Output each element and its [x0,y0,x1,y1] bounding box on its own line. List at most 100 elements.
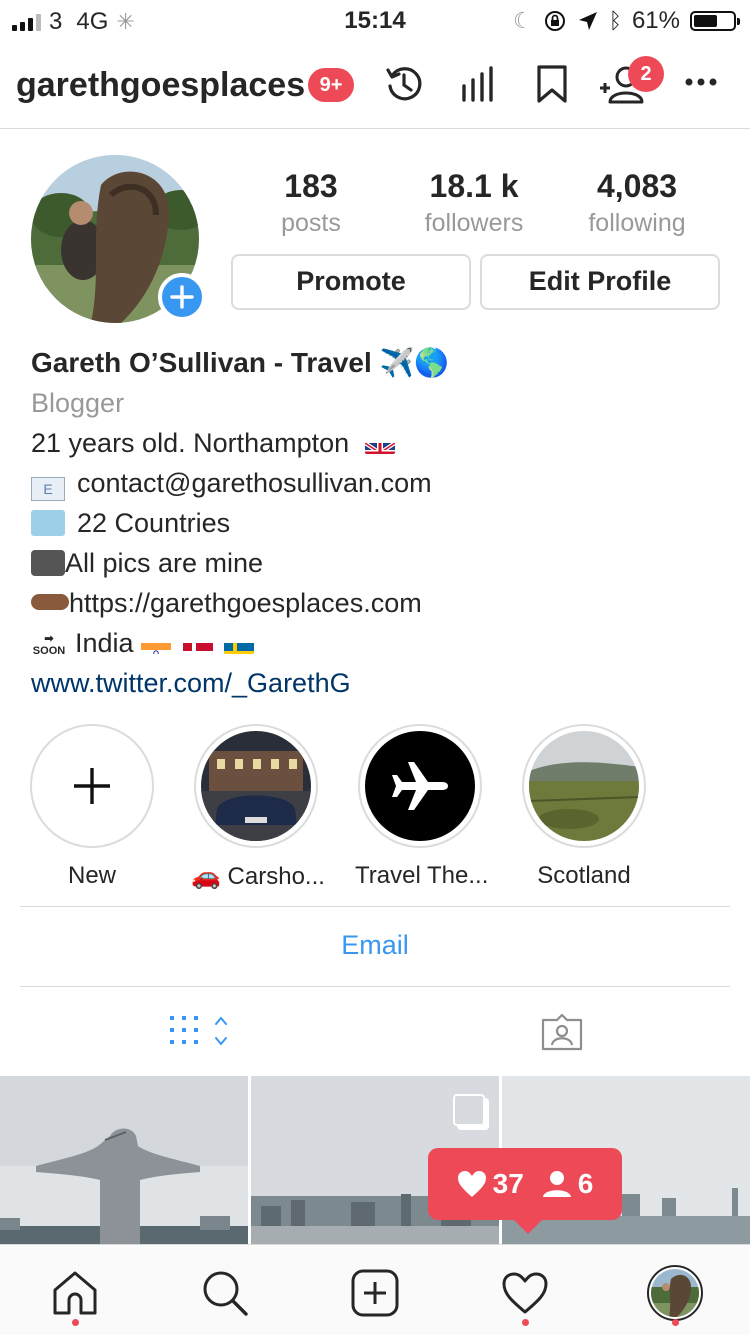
more-icon [685,78,717,86]
status-bar: 3 4G ✳ 15:14 ☾ ᛒ 61% [0,0,750,40]
notifications-badge[interactable]: 9+ [308,68,354,102]
highlight-scotland-label: Scotland [537,862,631,889]
sweden-flag-icon [224,634,255,654]
email-button[interactable]: Email [0,930,750,961]
tab-grid[interactable] [168,1012,232,1057]
profile-bio: Gareth O’Sullivan - Travel ✈️🌎 Blogger 2… [31,343,731,703]
pointing-hand-icon [31,594,69,610]
battery-icon [690,11,740,31]
following-value: 4,083 [596,168,678,204]
tab-new-post[interactable] [345,1263,405,1323]
activity-tooltip[interactable]: 37 6 [428,1148,622,1234]
discover-badge: 2 [628,56,664,92]
highlight-scotland-thumbnail [529,731,639,841]
search-icon [203,1271,248,1316]
posts-count[interactable]: 183 posts [231,168,391,238]
bio-line-age: 21 years old. Northampton [31,423,731,463]
add-story-button[interactable] [158,273,206,321]
profile-activity-dot [672,1319,679,1326]
battery-percent: 61% [631,7,680,34]
denmark-flag-icon [182,634,213,654]
profile-tab-avatar [647,1265,703,1321]
divider-bottom [20,986,730,987]
tab-search[interactable] [195,1263,255,1323]
followers-count[interactable]: 18.1 k followers [394,168,554,238]
options-button[interactable] [684,76,718,88]
posts-value: 183 [284,168,338,204]
divider-top [20,906,730,907]
bio-countries-text: 22 Countries [77,508,231,538]
bio-pics-text: All pics are mine [65,548,264,578]
archive-button[interactable] [384,62,424,106]
status-right: ☾ ᛒ 61% [513,7,740,35]
bio-website-text[interactable]: https://garethgoesplaces.com [69,588,422,618]
highlight-new-label: New [67,862,116,889]
plus-icon [74,768,110,804]
highlight-carshow-ring [194,724,318,848]
bio-age-text: 21 years old. Northampton [31,428,350,458]
tab-profile[interactable] [645,1263,705,1323]
following-label: following [588,209,686,237]
highlight-travel[interactable]: Travel The... [355,724,488,890]
camera-flash-icon [31,550,65,576]
highlight-carshow-thumbnail [201,731,311,841]
followers-label: followers [424,209,524,237]
tab-home[interactable] [45,1263,105,1323]
rotation-lock-icon [544,11,565,31]
tagged-icon [541,1013,583,1051]
promote-button[interactable]: Promote [231,254,471,310]
post-thumbnail[interactable] [0,1076,248,1244]
highlight-scotland-ring [522,724,646,848]
posts-grid [0,1076,750,1244]
tab-activity[interactable] [495,1263,555,1323]
activity-dot [522,1319,529,1326]
envelope-icon: E [31,477,65,501]
saved-button[interactable] [535,62,569,106]
posts-label: posts [281,209,341,237]
insights-button[interactable] [460,62,496,106]
moon-icon: ☾ [513,8,533,33]
heart-icon [457,1171,486,1197]
history-icon [386,67,422,101]
highlight-scotland[interactable]: Scotland [519,724,649,890]
display-name: Gareth O’Sullivan - Travel ✈️🌎 [31,347,450,378]
highlight-new[interactable]: New [27,724,157,890]
airplane-icon [392,762,448,810]
bio-line-website: https://garethgoesplaces.com [31,583,731,623]
plus-icon [170,285,194,309]
highlight-travel-ring [358,724,482,848]
profile-view-tabs [0,990,750,1076]
bio-line-pics: All pics are mine [31,543,731,583]
bio-email-text[interactable]: contact@garethosullivan.com [77,468,432,498]
carousel-icon [453,1094,485,1126]
likes-count: 37 [492,1168,524,1199]
world-map-icon [31,510,65,536]
insights-icon [462,66,493,102]
bio-line-soon: ➡ SOON India [31,623,731,663]
grid-icon [170,1016,227,1046]
profile-category: Blogger [31,388,125,418]
bio-soon-text: India [75,628,134,658]
tab-tagged[interactable] [540,1012,584,1057]
highlight-new-ring [30,724,154,848]
home-icon [53,1271,97,1315]
highlight-travel-thumbnail [365,731,475,841]
bookmark-icon [537,65,567,103]
following-count[interactable]: 4,083 following [557,168,717,238]
twitter-link[interactable]: www.twitter.com/_GarethG [31,663,731,703]
bluetooth-icon: ᛒ [608,8,622,33]
followers-summary: 6 [542,1168,593,1200]
edit-profile-button[interactable]: Edit Profile [480,254,720,310]
location-icon [578,12,597,30]
person-icon [542,1171,571,1197]
bottom-tab-bar [0,1244,750,1335]
highlight-carshow[interactable]: 🚗 Carsho... [191,724,325,891]
bio-line-email: Econtact@garethosullivan.com [31,463,731,503]
highlight-carshow-label: 🚗 Carsho... [191,863,325,890]
profile-header: garethgoesplaces 9+ 2 [0,44,750,129]
likes-summary: 37 [457,1168,524,1200]
username[interactable]: garethgoesplaces [16,66,305,105]
heart-icon [502,1272,548,1314]
india-flag-icon [141,634,172,654]
followers-value: 18.1 k [429,168,519,204]
